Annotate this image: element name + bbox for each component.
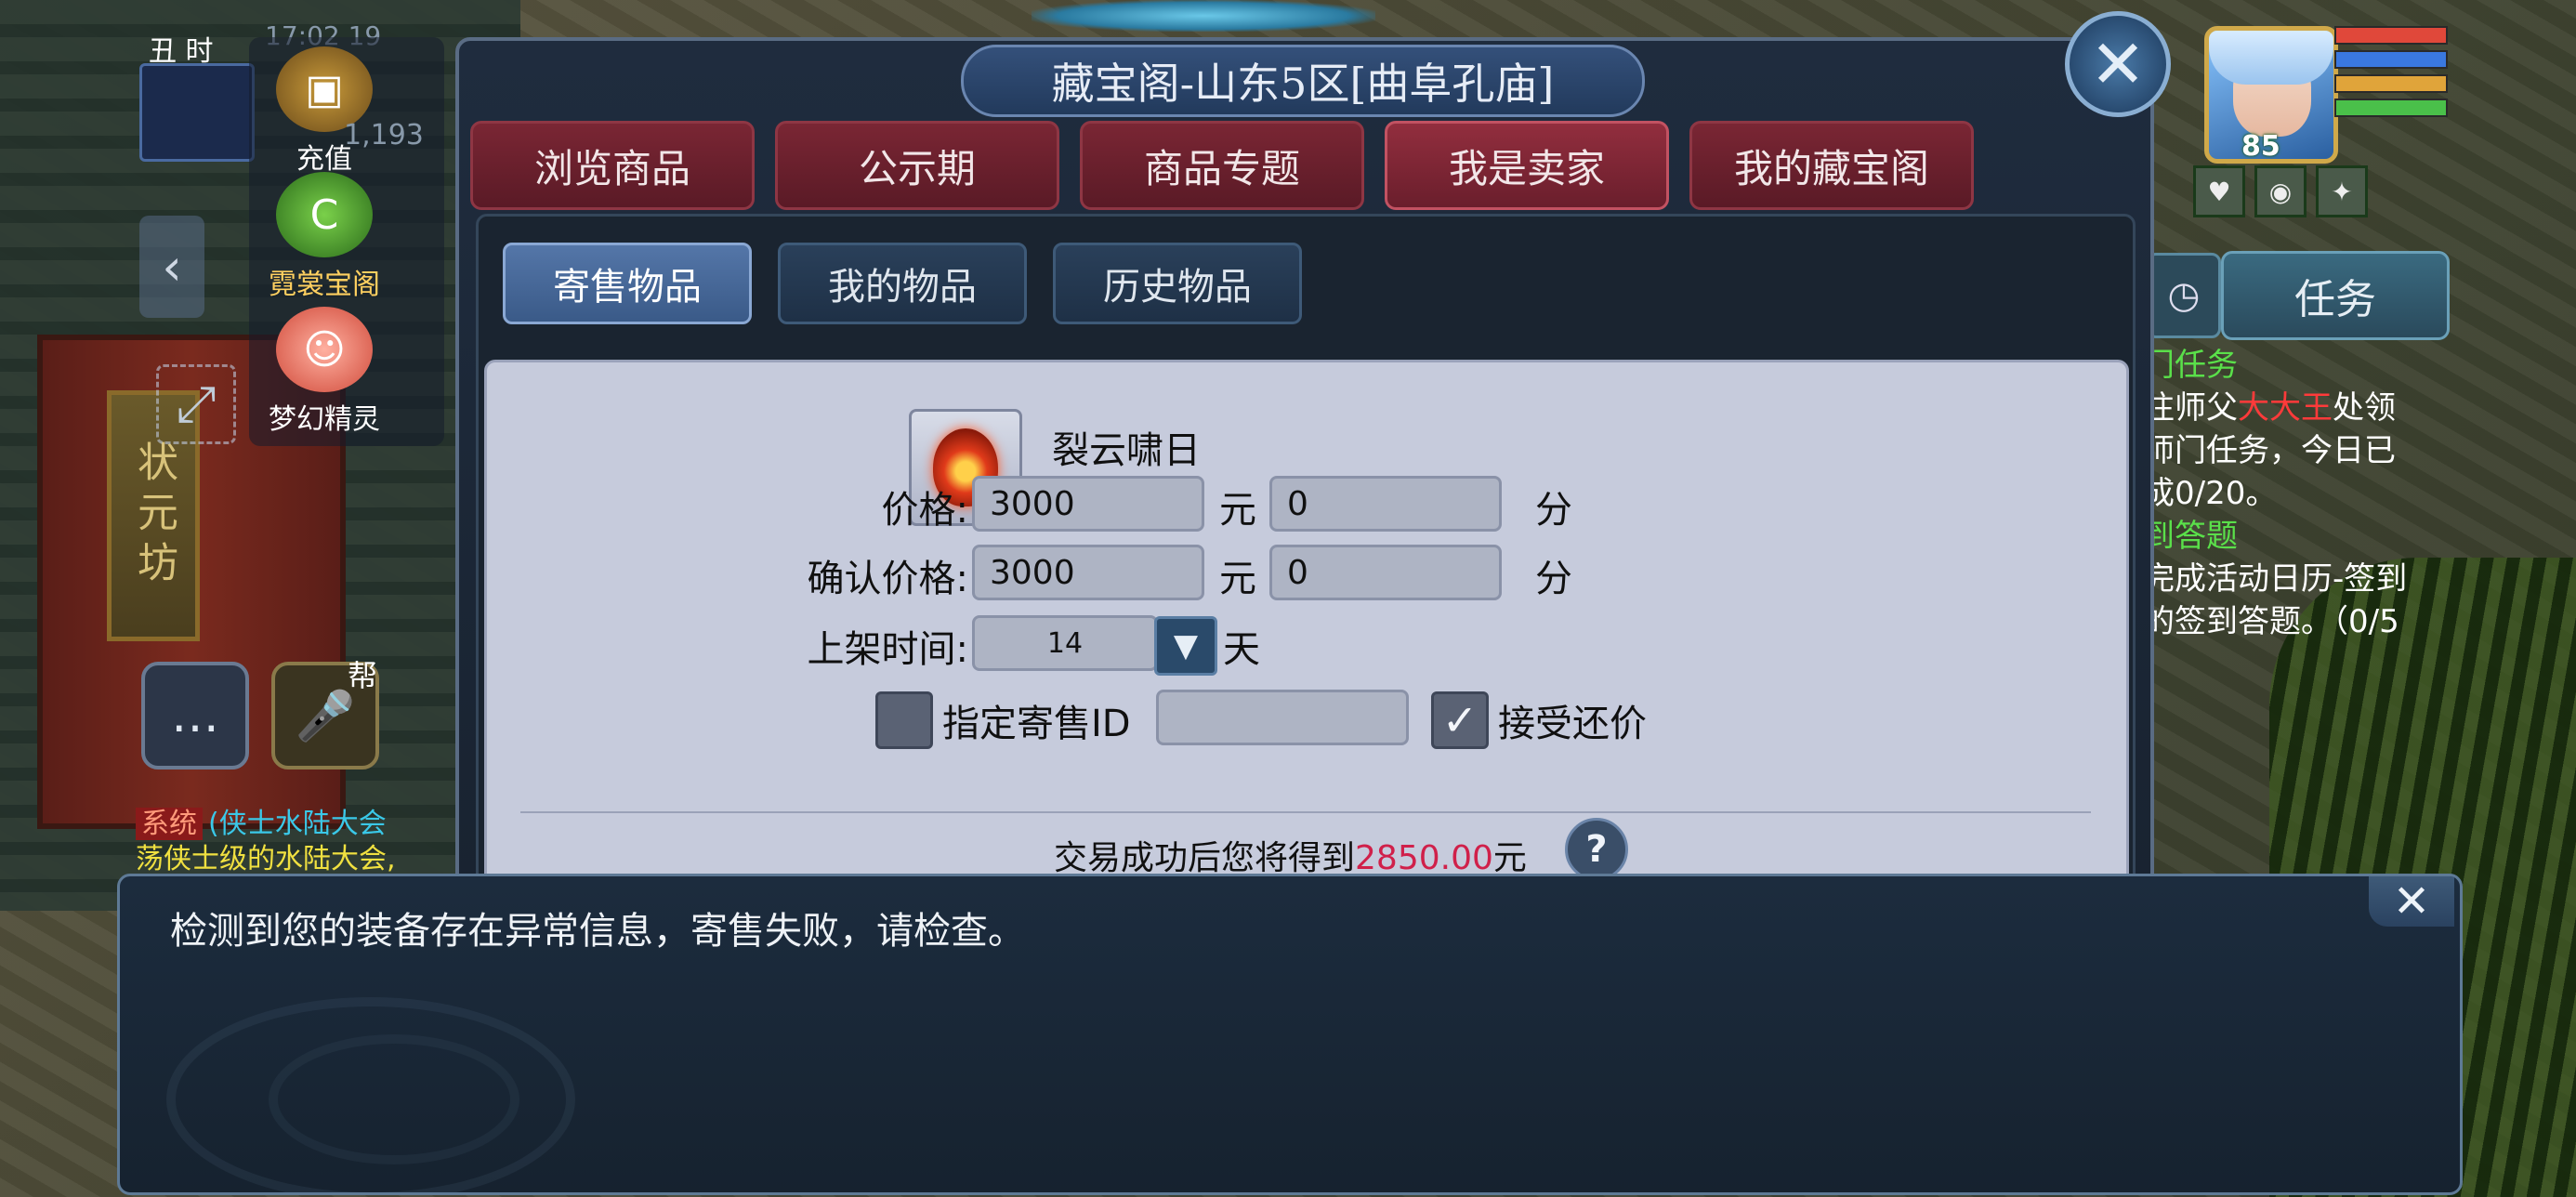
earnings-suffix: 元 xyxy=(1492,839,1527,877)
cloud-decoration-inner xyxy=(269,1034,519,1164)
quest1-line1: 往师父大大王处领 xyxy=(2143,387,2422,429)
confirm-yuan-unit: 元 xyxy=(1219,558,1256,600)
checkmark-icon: ✓ xyxy=(1441,695,1479,745)
accept-counteroffer-checkbox[interactable]: ✓ xyxy=(1431,691,1489,749)
fairy-sprite-label: 梦幻精灵 xyxy=(269,403,380,436)
tab-public-period[interactable]: 公示期 xyxy=(775,121,1059,210)
designate-id-label: 指定寄售ID xyxy=(942,703,1131,745)
quest1-npc-link[interactable]: 大大王 xyxy=(2238,389,2333,427)
avatar-hair xyxy=(2209,31,2333,85)
duration-select[interactable]: 14 xyxy=(972,615,1158,671)
heart-icon[interactable]: ♥ xyxy=(2193,165,2245,217)
top-ornament xyxy=(1032,0,1375,32)
tab-my-items[interactable]: 我的物品 xyxy=(778,243,1027,324)
help-icon[interactable]: ? xyxy=(1565,818,1628,881)
confirm-fen-input[interactable]: 0 xyxy=(1269,545,1502,600)
popup-close-button[interactable]: ✕ xyxy=(2369,876,2454,927)
confirm-yuan-input[interactable]: 3000 xyxy=(972,545,1204,600)
form-divider xyxy=(520,811,2091,813)
exp-bar xyxy=(2334,74,2448,93)
duration-unit: 天 xyxy=(1223,628,1260,671)
mp-bar xyxy=(2334,50,2448,69)
clock-tab[interactable]: ◷ xyxy=(2147,253,2221,338)
designate-id-checkbox[interactable] xyxy=(875,691,933,749)
chevron-down-icon[interactable]: ▼ xyxy=(1154,616,1217,676)
buff-list: ♥ ◉ ✦ xyxy=(2193,165,2368,217)
dialog-close-button[interactable]: ✕ xyxy=(2065,11,2171,117)
system-msg-1: (侠士水陆大会 xyxy=(208,808,387,840)
earnings-line: 交易成功后您将得到2850.00元 xyxy=(1054,831,1527,879)
price-yuan-input[interactable]: 3000 xyxy=(972,476,1204,532)
shield-icon[interactable]: ◉ xyxy=(2254,165,2307,217)
tab-seller[interactable]: 我是卖家 xyxy=(1385,121,1669,210)
price-label: 价格: xyxy=(881,489,968,532)
tab-browse-goods[interactable]: 浏览商品 xyxy=(470,121,755,210)
time-label: 丑 时 xyxy=(149,35,214,68)
quest1-line3: 成0/20。 xyxy=(2143,475,2278,512)
neon-pavilion-label: 霓裳宝阁 xyxy=(269,269,380,301)
quest-panel: 门任务 往师父大大王处领 师门任务，今日已 成0/20。 到答题 完成活动日历-… xyxy=(2143,344,2422,643)
item-name: 裂云啸日 xyxy=(1052,429,1201,472)
quest1-text-b: 处领 xyxy=(2333,389,2396,427)
confirm-fen-unit: 分 xyxy=(1535,558,1572,600)
seller-panel: 寄售物品 我的物品 历史物品 裂云啸日 价格: 3000 元 0 分 确认价格:… xyxy=(476,214,2136,980)
close-icon: ✕ xyxy=(2392,875,2431,927)
accept-counteroffer-label: 接受还价 xyxy=(1498,703,1647,745)
quest2-title[interactable]: 到答题 xyxy=(2143,515,2422,558)
earnings-amount: 2850.00 xyxy=(1355,839,1493,877)
dialog-title: 藏宝阁-山东5区[曲阜孔庙] xyxy=(961,45,1645,117)
expand-icon[interactable]: ⤢ xyxy=(156,364,236,444)
earnings-prefix: 交易成功后您将得到 xyxy=(1054,839,1356,877)
coin-icon: C xyxy=(276,172,373,257)
fairy-sprite-button[interactable]: ☺ 梦幻精灵 xyxy=(264,307,385,437)
quest2-line1: 完成活动日历-签到 xyxy=(2143,560,2408,598)
popup-message: 检测到您的装备存在异常信息，寄售失败，请检查。 xyxy=(170,910,1025,953)
sprite-avatar-icon: ☺ xyxy=(276,307,373,392)
guild-label: 帮 xyxy=(348,658,378,693)
price-fen-input[interactable]: 0 xyxy=(1269,476,1502,532)
confirm-price-label: 确认价格: xyxy=(807,558,968,600)
sp-bar xyxy=(2334,99,2448,117)
status-bars xyxy=(2334,26,2448,123)
treasure-pavilion-dialog: 藏宝阁-山东5区[曲阜孔庙] 浏览商品 公示期 商品专题 我是卖家 我的藏宝阁 … xyxy=(455,37,2154,983)
close-icon: ✕ xyxy=(2089,25,2147,103)
tab-consign-items[interactable]: 寄售物品 xyxy=(503,243,752,324)
error-popup: 检测到您的装备存在异常信息，寄售失败，请检查。 ✕ xyxy=(117,874,2463,1195)
microphone-icon: 🎤 xyxy=(295,688,356,744)
quest1-line2: 师门任务，今日已 xyxy=(2143,432,2396,469)
tab-my-pavilion[interactable]: 我的藏宝阁 xyxy=(1689,121,1974,210)
price-fen-unit: 分 xyxy=(1535,489,1572,532)
hud-number: 1,193 xyxy=(344,119,424,151)
chat-bubble-icon: … xyxy=(171,688,219,743)
recharge-button[interactable]: ▣ 充值 xyxy=(264,46,385,177)
quest1-title[interactable]: 门任务 xyxy=(2143,344,2422,387)
collapse-arrow-icon[interactable]: ‹ xyxy=(139,216,204,318)
tab-history-items[interactable]: 历史物品 xyxy=(1053,243,1302,324)
quest2-line2: 的签到答题。（0/5 xyxy=(2143,603,2399,640)
top-tabs: 浏览商品 公示期 商品专题 我是卖家 我的藏宝阁 xyxy=(470,121,1974,210)
hp-bar xyxy=(2334,26,2448,45)
system-tag: 系统 xyxy=(136,808,203,840)
neon-pavilion-button[interactable]: C 霓裳宝阁 xyxy=(264,172,385,302)
flame-icon[interactable]: ✦ xyxy=(2316,165,2368,217)
game-scene: 状元坊 丑 时 17:02 19 ▣ 充值 C 霓裳宝阁 ☺ 梦幻精灵 1,19… xyxy=(0,0,2576,1197)
chat-button[interactable]: … xyxy=(141,662,249,770)
sub-tabs: 寄售物品 我的物品 历史物品 xyxy=(503,243,1302,324)
task-tab[interactable]: 任务 xyxy=(2221,251,2450,340)
tab-goods-topics[interactable]: 商品专题 xyxy=(1080,121,1364,210)
quest1-text-a: 往师父 xyxy=(2143,389,2238,427)
price-yuan-unit: 元 xyxy=(1219,489,1256,532)
minimap-icon[interactable] xyxy=(139,63,255,162)
designate-id-input[interactable] xyxy=(1156,690,1409,745)
side-menu: ▣ 充值 C 霓裳宝阁 ☺ 梦幻精灵 xyxy=(249,37,444,446)
player-level: 85 xyxy=(2241,130,2280,163)
clock-icon: ◷ xyxy=(2167,274,2201,317)
duration-label: 上架时间: xyxy=(807,628,968,671)
